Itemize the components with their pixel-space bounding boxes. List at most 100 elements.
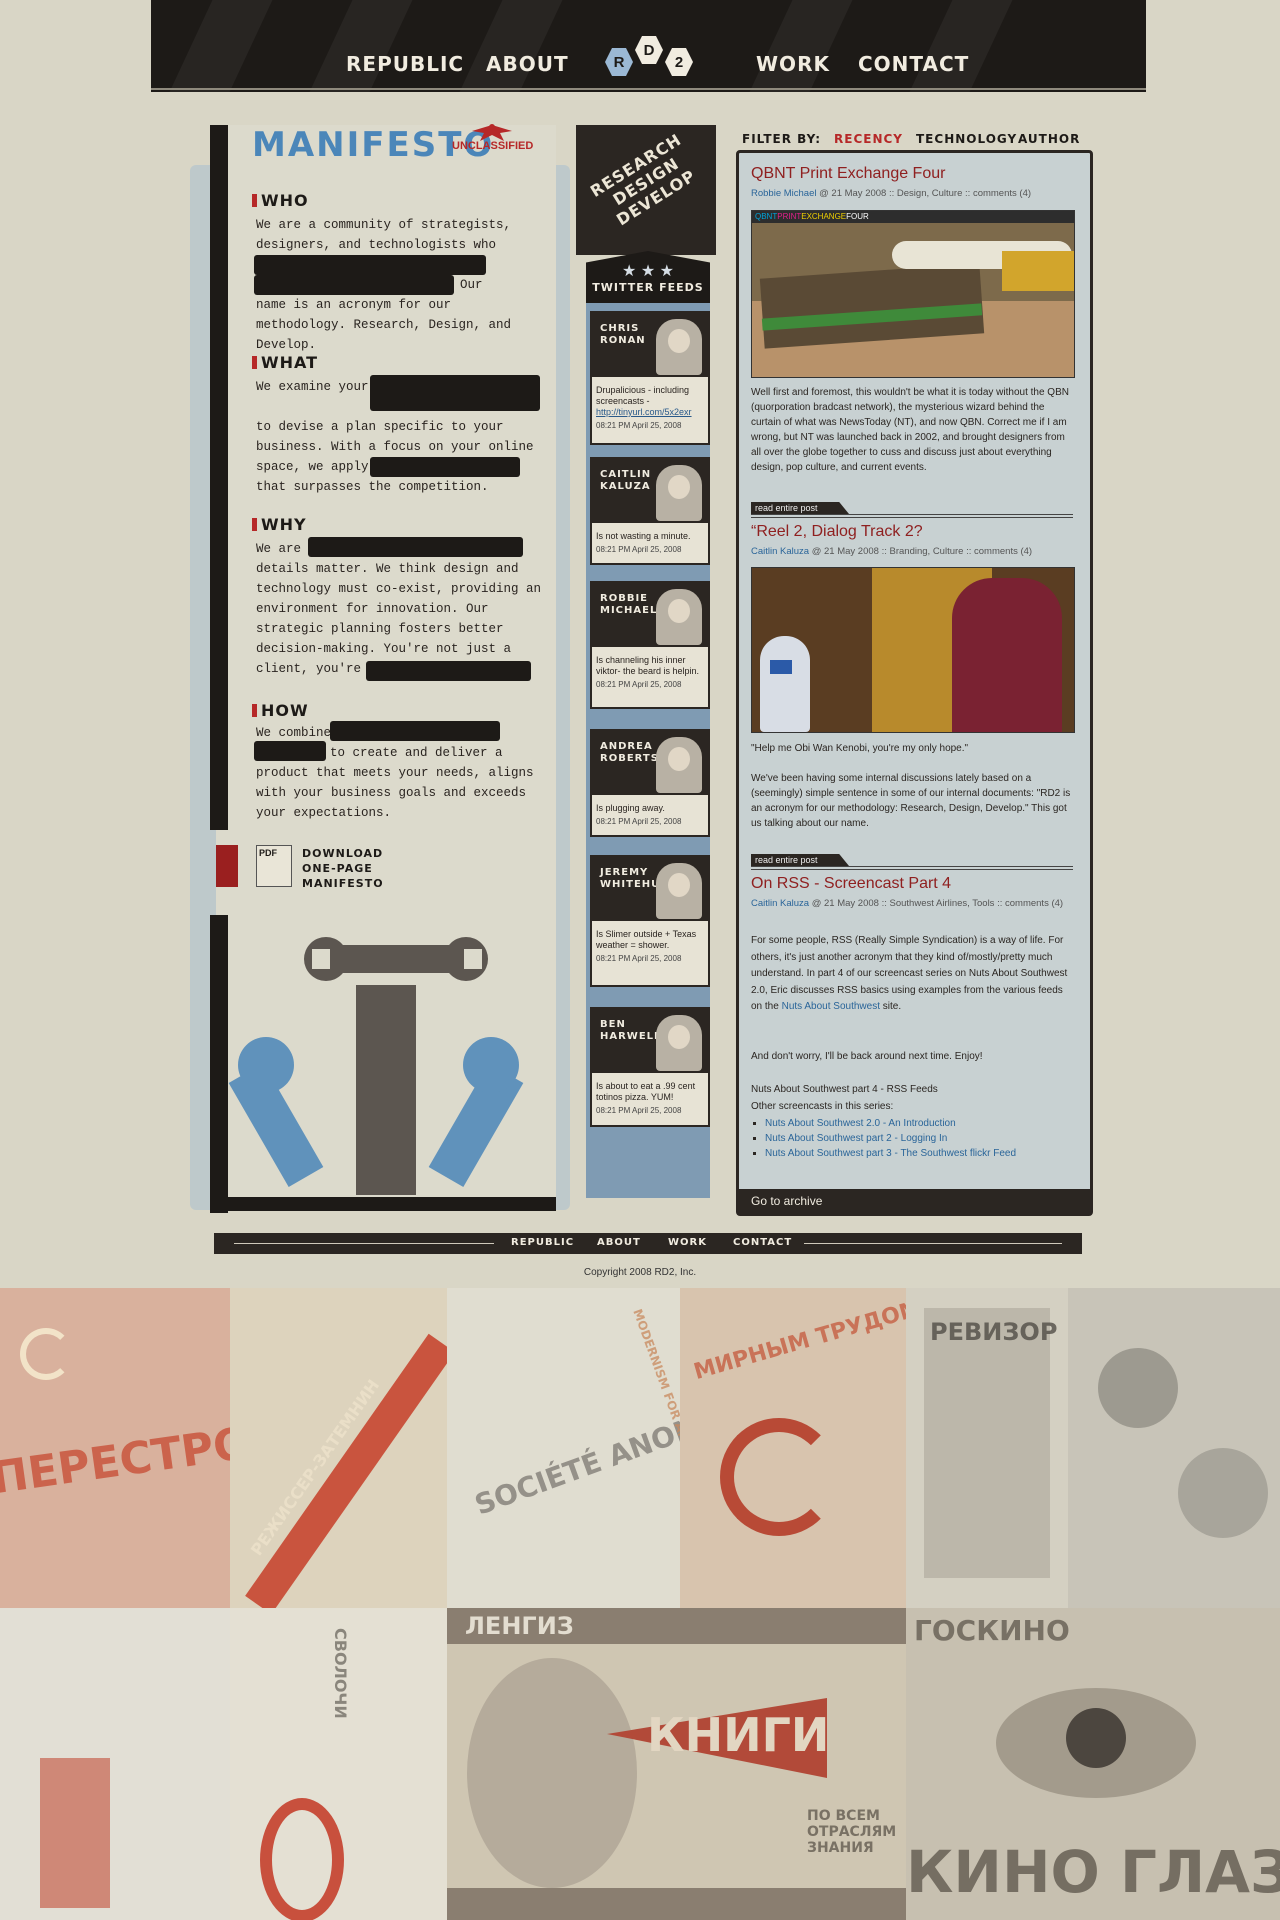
why-heading-text: Why: [261, 515, 307, 534]
footer-work[interactable]: Work: [668, 1237, 707, 1248]
post-categories[interactable]: Southwest Airlines, Tools: [890, 898, 995, 909]
footer-contact[interactable]: Contact: [733, 1237, 792, 1248]
header-texture: [169, 0, 273, 92]
post-title[interactable]: QBNT Print Exchange Four: [751, 165, 945, 183]
tweet-card: Robbie Michael Is channeling his inner v…: [590, 581, 710, 709]
pdf-icon-label: PDF: [259, 848, 277, 858]
post-date: @ 21 May 2008 ::: [811, 898, 887, 909]
footer-republic[interactable]: Republic: [511, 1237, 574, 1248]
post-comments[interactable]: :: comments (4): [965, 188, 1031, 199]
screencast-link[interactable]: Nuts About Southwest part 3 - The Southw…: [765, 1148, 1016, 1159]
tweet-header: Ben Harwell: [592, 1009, 708, 1073]
tweet-link[interactable]: http://tinyurl.com/5x2exr: [596, 407, 692, 417]
tweet-author: Ben Harwell: [600, 1019, 662, 1042]
logo-hex-d: D: [635, 36, 663, 64]
poster-block: [924, 1308, 1050, 1578]
screencast-link[interactable]: Nuts About Southwest 2.0 - An Introducti…: [765, 1118, 956, 1129]
read-more-link[interactable]: read entire post: [751, 854, 849, 866]
post-body: We've been having some internal discussi…: [751, 773, 1071, 829]
nav-republic[interactable]: Republic: [346, 52, 464, 76]
tweet-body: Is Slimer outside + Texas weather = show…: [596, 929, 704, 964]
post-author[interactable]: Robbie Michael: [751, 188, 816, 199]
tweet-author: Caitlin Kaluza: [600, 469, 652, 492]
why-heading: Why: [252, 515, 307, 534]
redaction-bar: [366, 661, 531, 681]
hammer-sickle-icon: [20, 1328, 72, 1380]
tweet-body: Drupalicious - including screencasts - h…: [596, 385, 704, 431]
post-body: Nuts About Southwest part 4 - RSS Feeds: [751, 1084, 938, 1095]
footer-rule: [234, 1243, 494, 1244]
poster-lengiz: ЛЕНГИЗ КНИГИ ПО ВСЕМ ОТРАСЛЯМ ЗНАНИЯ: [447, 1608, 906, 1920]
header-texture: [749, 0, 853, 92]
download-tab: [216, 845, 238, 887]
who-heading-text: Who: [261, 191, 309, 210]
poster-text: ПЕРЕСТРОЙКА: [0, 1402, 230, 1505]
filter-technology[interactable]: Technology: [916, 132, 1017, 146]
poster-text: КНИГИ: [647, 1708, 830, 1762]
how-heading: How: [252, 701, 309, 720]
poster-kino-glaz: ГОСКИНО КИНО ГЛАЗ: [906, 1608, 1280, 1920]
header-texture: [309, 0, 413, 92]
post-comments[interactable]: :: comments (4): [997, 898, 1063, 909]
nav-about[interactable]: About: [486, 52, 569, 76]
nav-contact[interactable]: Contact: [858, 52, 969, 76]
filter-author[interactable]: Author: [1018, 132, 1080, 146]
rd2-logo[interactable]: R D 2: [605, 36, 705, 80]
tweet-body: Is channeling his inner viktor- the bear…: [596, 655, 704, 690]
read-more-link[interactable]: read entire post: [751, 502, 849, 514]
footer-rule: [804, 1243, 1062, 1244]
post-comments[interactable]: :: comments (4): [966, 546, 1032, 557]
tweet-text: Is plugging away.: [596, 803, 665, 813]
who-text-2: Our: [460, 278, 483, 292]
avatar: [656, 1015, 702, 1071]
tweet-header: Chris Ronan: [592, 313, 708, 377]
post-title[interactable]: “Reel 2, Dialog Track 2?: [751, 523, 923, 541]
post-divider: [751, 514, 1073, 518]
post-text: Other screencasts in this series:: [751, 1101, 894, 1112]
footer-about[interactable]: About: [597, 1237, 641, 1248]
go-to-archive-link[interactable]: Go to archive: [739, 1189, 1090, 1213]
avatar: [656, 737, 702, 793]
poster-machinery: [1068, 1288, 1280, 1608]
header-texture: [909, 0, 1013, 92]
post-image[interactable]: QBNTPRINTEXCHANGEFOUR: [751, 210, 1075, 378]
redaction-bar: [254, 275, 454, 295]
image-person: [952, 578, 1062, 732]
screencast-link[interactable]: Nuts About Southwest part 2 - Logging In: [765, 1133, 947, 1144]
poster-text: ГОСКИНО: [914, 1614, 1070, 1647]
nuts-about-southwest-link[interactable]: Nuts About Southwest: [782, 1001, 880, 1012]
poster-text: ЛЕНГИЗ: [465, 1612, 574, 1640]
filter-label: Filter by:: [742, 132, 822, 146]
footer-nav: Republic About Work Contact: [214, 1233, 1082, 1254]
tweet-time: 08:21 PM April 25, 2008: [596, 680, 682, 689]
post-meta: Caitlin Kaluza @ 21 May 2008 :: Southwes…: [751, 898, 1081, 909]
filter-recency[interactable]: Recency: [834, 132, 903, 146]
post-author[interactable]: Caitlin Kaluza: [751, 898, 809, 909]
tweet-time: 08:21 PM April 25, 2008: [596, 421, 682, 430]
poster-director: РЕЖИССЕР-ЗАТЕМНИН: [230, 1288, 447, 1608]
tweet-author: Andrea Roberts: [600, 741, 659, 764]
poster-text: МИРНЫМ ТРУДОМ: [691, 1296, 906, 1385]
flag-icon: [252, 518, 257, 531]
blog-list: QBNT Print Exchange Four Robbie Michael …: [736, 150, 1093, 1216]
star-icon: ★ ★ ★: [622, 263, 674, 280]
poster-band: [447, 1888, 906, 1920]
redaction-bar: [370, 457, 520, 477]
poster-shape: [260, 1798, 344, 1920]
post-text: site.: [882, 1001, 902, 1012]
poster-shape: [40, 1758, 110, 1908]
what-heading-text: What: [261, 353, 319, 372]
post-categories[interactable]: Branding, Culture: [890, 546, 964, 557]
poster-stripe: [245, 1333, 447, 1608]
tweet-time: 08:21 PM April 25, 2008: [596, 954, 682, 963]
filter-bar: Filter by: Recency Technology Author: [742, 128, 1093, 152]
nav-work[interactable]: Work: [756, 52, 830, 76]
post-body: Well first and foremost, this wouldn't b…: [751, 387, 1069, 473]
post-author[interactable]: Caitlin Kaluza: [751, 546, 809, 557]
post-title[interactable]: On RSS - Screencast Part 4: [751, 875, 951, 893]
poster-text: КИНО ГЛАЗ: [906, 1838, 1280, 1906]
tweet-header: Caitlin Kaluza: [592, 459, 708, 523]
post-image[interactable]: [751, 567, 1075, 733]
download-manifesto[interactable]: PDF Download One-Page Manifesto: [216, 845, 546, 890]
post-categories[interactable]: Design, Culture: [897, 188, 962, 199]
